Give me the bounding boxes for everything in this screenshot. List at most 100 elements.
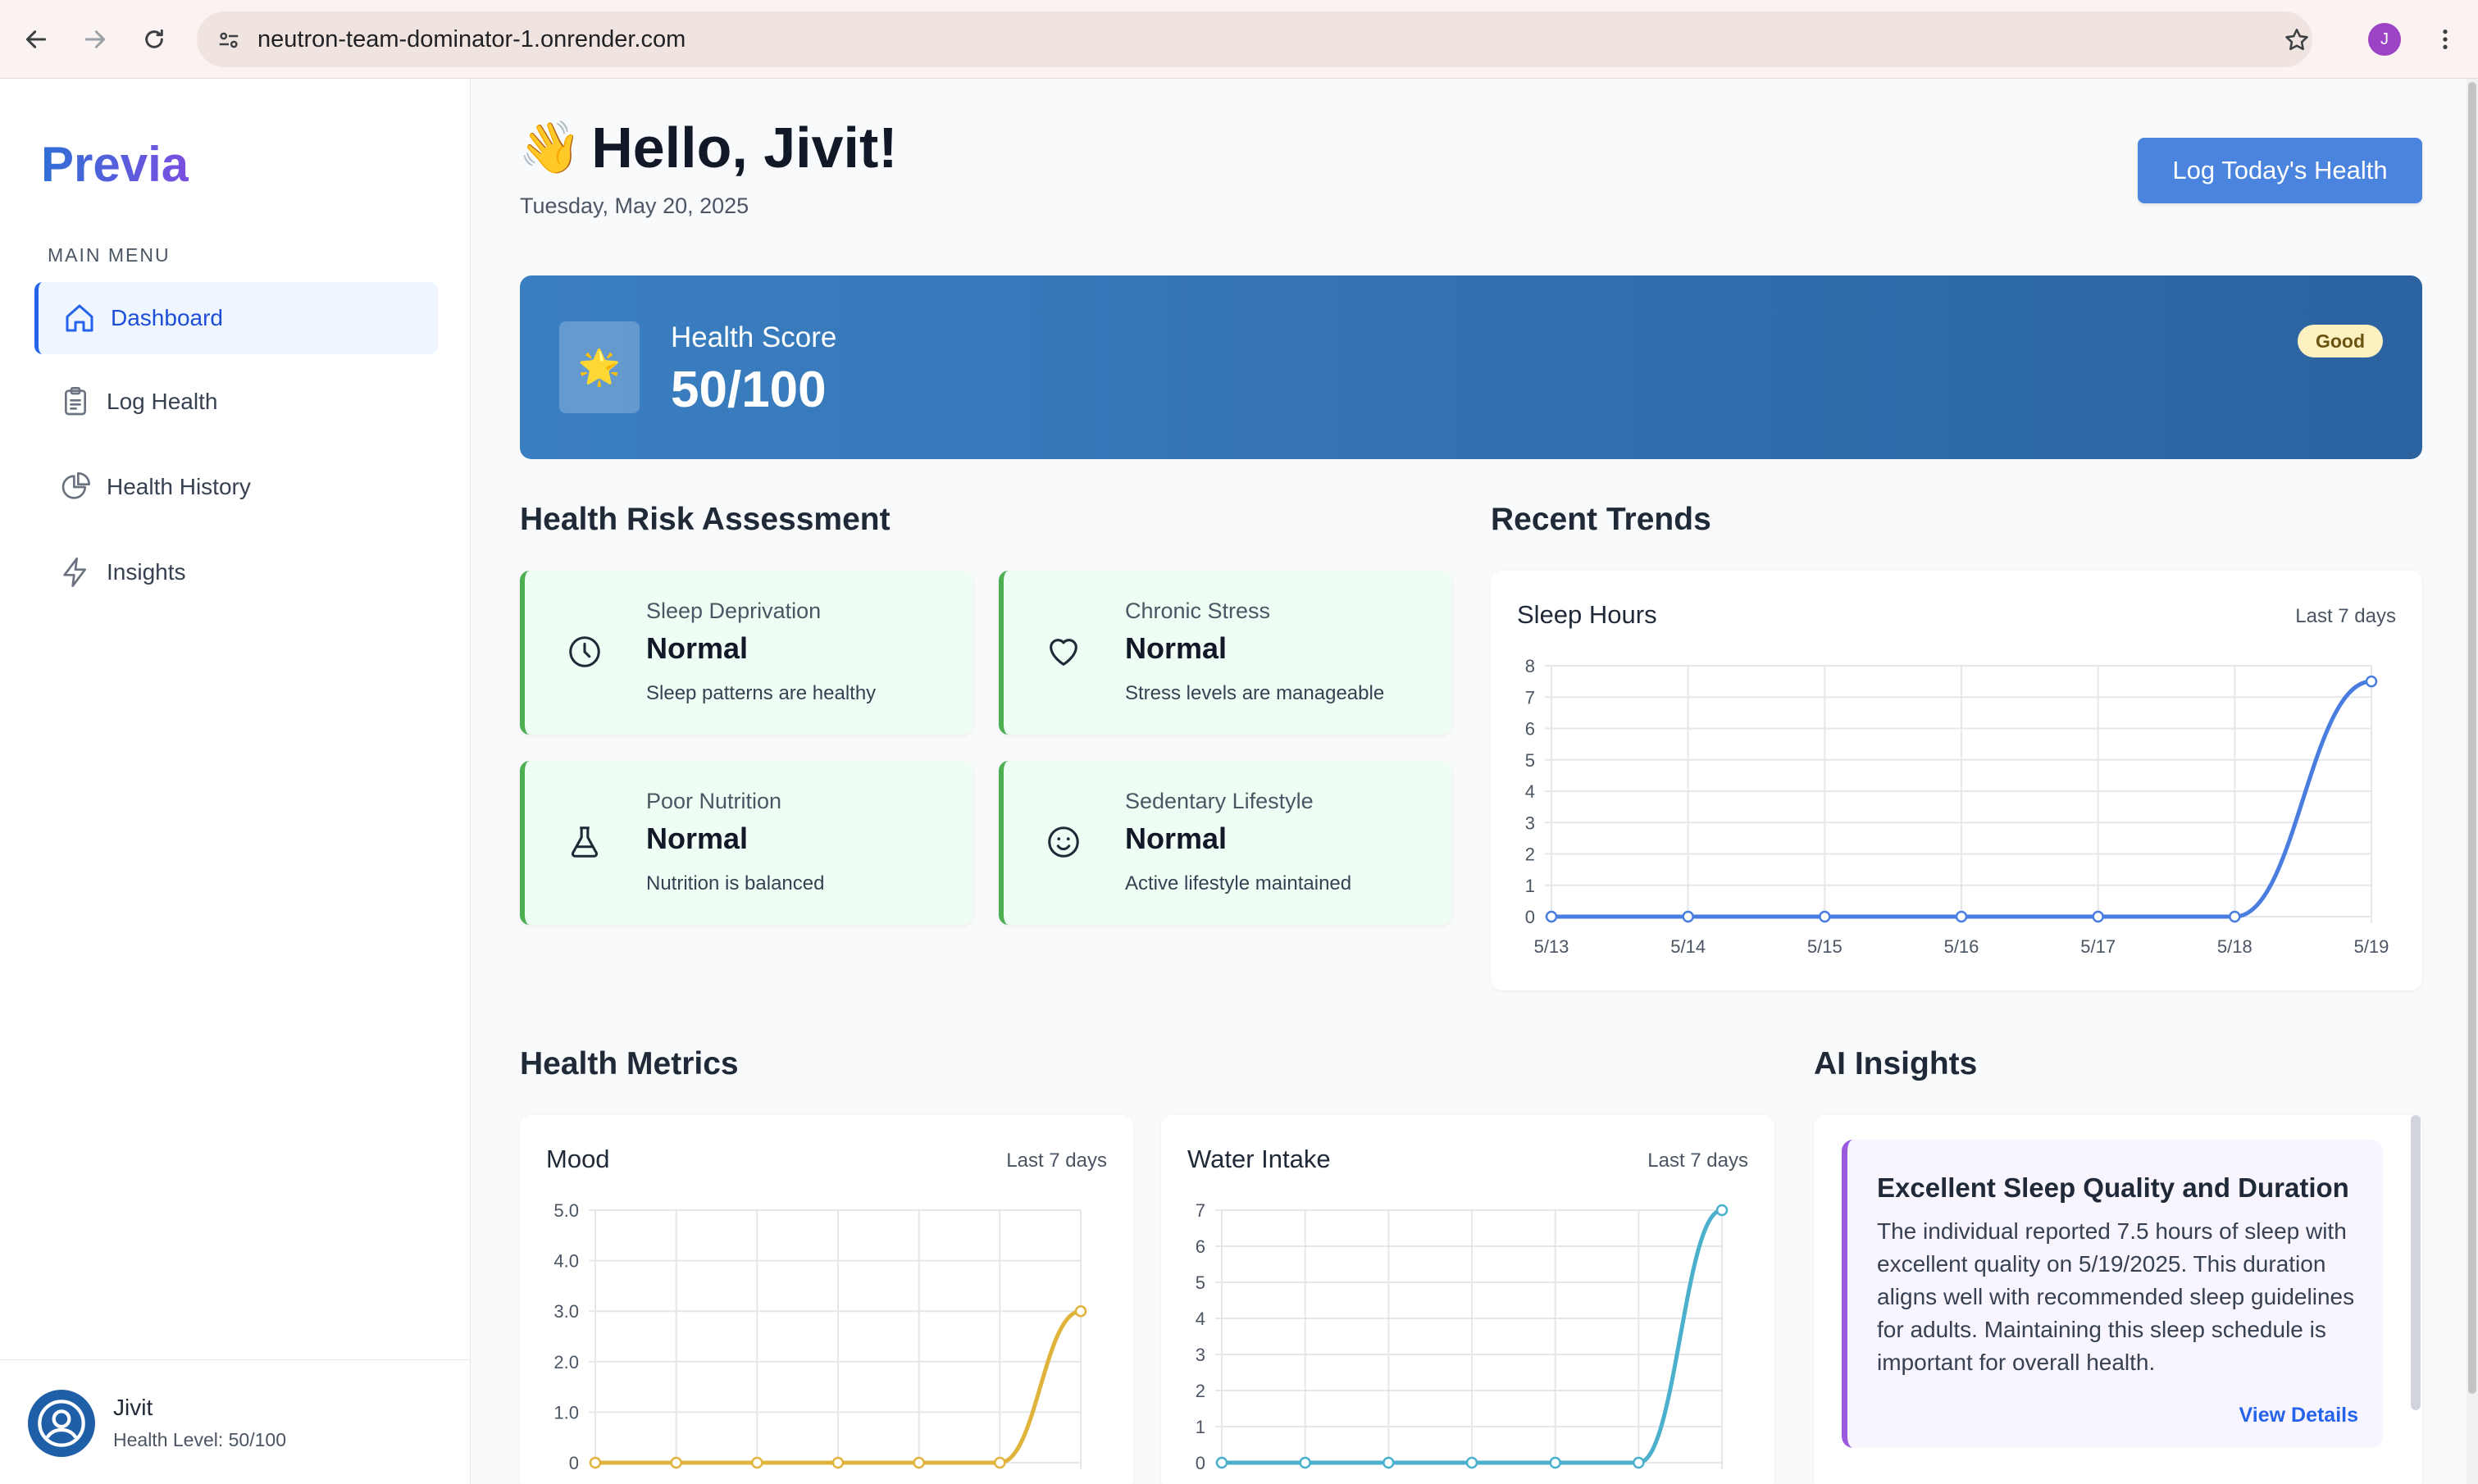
view-details-link[interactable]: View Details xyxy=(2239,1404,2358,1427)
water-intake-chart: 0 1 2 3 4 5 6 7 xyxy=(1196,1200,1729,1473)
data-point xyxy=(1074,1304,1087,1318)
bookmark-star-icon[interactable] xyxy=(2283,26,2311,54)
data-point xyxy=(1549,1456,1561,1469)
risk-status: Normal xyxy=(1125,822,1228,855)
clipboard-icon xyxy=(65,387,86,416)
home-icon xyxy=(66,304,93,332)
risk-desc: Active lifestyle maintained xyxy=(1125,872,1352,894)
mood-chart: 0 1.0 2.0 3.0 4.0 5.0 xyxy=(553,1200,1087,1473)
greeting-heading: 👋 Hello, Jivit! xyxy=(518,115,898,180)
data-point xyxy=(1465,1456,1478,1469)
user-level: Health Level: 50/100 xyxy=(113,1429,286,1450)
data-point xyxy=(831,1456,845,1469)
score-value: 50/100 xyxy=(671,362,827,418)
score-label: Health Score xyxy=(671,321,837,353)
trends-section-title: Recent Trends xyxy=(1491,502,1711,537)
log-health-button[interactable]: Log Today's Health xyxy=(2138,138,2422,203)
risk-name: Poor Nutrition xyxy=(646,789,782,813)
data-point xyxy=(1545,910,1558,923)
forward-arrow-icon[interactable] xyxy=(72,16,118,62)
site-settings-icon[interactable] xyxy=(216,28,241,52)
risk-status: Normal xyxy=(646,822,749,855)
y-tick-label: 0 xyxy=(1196,1453,1205,1473)
risk-name: Sleep Deprivation xyxy=(646,599,822,623)
sidebar-item-label: Log Health xyxy=(107,389,218,414)
y-tick-label: 5 xyxy=(1196,1272,1205,1293)
mood-chart-card: Mood Last 7 days 0 1.0 2.0 3.0 4.0 5.0 xyxy=(520,1115,1133,1484)
sidebar: Previa MAIN MENU Dashboard Log Health He… xyxy=(0,79,471,1484)
risk-card-sedentary[interactable]: Sedentary Lifestyle Normal Active lifest… xyxy=(999,761,1451,925)
y-tick-label: 8 xyxy=(1525,656,1535,676)
sidebar-item-dashboard[interactable]: Dashboard xyxy=(34,282,438,354)
risk-desc: Stress levels are manageable xyxy=(1125,682,1385,704)
y-tick-label: 1 xyxy=(1525,876,1535,896)
risk-section-title: Health Risk Assessment xyxy=(520,502,891,537)
back-arrow-icon[interactable] xyxy=(13,16,59,62)
wave-emoji: 👋 xyxy=(518,119,582,176)
x-tick-label: 5/13 xyxy=(1534,936,1569,957)
data-point xyxy=(2365,675,2378,688)
risk-status: Normal xyxy=(1125,631,1228,665)
app-logo[interactable]: Previa xyxy=(41,136,189,193)
url-text: neutron-team-dominator-1.onrender.com xyxy=(257,26,686,52)
sidebar-item-label: Dashboard xyxy=(111,305,223,330)
y-tick-label: 0 xyxy=(569,1453,579,1473)
data-point xyxy=(1682,910,1694,923)
y-tick-label: 1 xyxy=(1196,1417,1205,1437)
profile-avatar[interactable]: J xyxy=(2368,23,2401,56)
data-point xyxy=(1633,1456,1645,1469)
data-point xyxy=(751,1456,763,1469)
x-tick-label: 5/15 xyxy=(1807,936,1843,957)
y-tick-label: 2 xyxy=(1196,1381,1205,1401)
y-tick-label: 5.0 xyxy=(553,1200,579,1221)
user-name: Jivit xyxy=(113,1395,153,1420)
heart-icon xyxy=(1050,639,1077,666)
data-point xyxy=(994,1456,1006,1469)
y-tick-label: 2.0 xyxy=(553,1352,579,1372)
y-tick-label: 2 xyxy=(1525,844,1535,865)
y-tick-label: 4 xyxy=(1525,781,1535,802)
risk-name: Sedentary Lifestyle xyxy=(1125,789,1314,813)
sidebar-item-health-history[interactable]: Health History xyxy=(34,451,438,523)
sidebar-item-log-health[interactable]: Log Health xyxy=(34,366,438,438)
insight-card[interactable]: Excellent Sleep Quality and Duration The… xyxy=(1842,1140,2383,1448)
risk-card-stress[interactable]: Chronic Stress Normal Stress levels are … xyxy=(999,571,1451,735)
sidebar-item-insights[interactable]: Insights xyxy=(34,536,438,608)
risk-name: Chronic Stress xyxy=(1125,599,1271,623)
data-point xyxy=(1299,1456,1311,1469)
current-date: Tuesday, May 20, 2025 xyxy=(520,193,749,218)
user-icon xyxy=(38,1400,85,1447)
more-menu-icon[interactable] xyxy=(2422,16,2468,62)
smile-icon xyxy=(1048,826,1079,858)
risk-desc: Sleep patterns are healthy xyxy=(646,682,877,704)
y-tick-label: 7 xyxy=(1525,687,1535,708)
health-score-card: 🌟 Health Score 50/100 Good xyxy=(520,275,2422,459)
insights-panel: Excellent Sleep Quality and Duration The… xyxy=(1814,1115,2422,1484)
address-bar[interactable]: neutron-team-dominator-1.onrender.com xyxy=(197,11,2312,67)
star-icon: 🌟 xyxy=(559,321,640,413)
lightning-icon xyxy=(63,558,86,587)
risk-card-sleep[interactable]: Sleep Deprivation Normal Sleep patterns … xyxy=(520,571,973,735)
reload-icon[interactable] xyxy=(131,16,177,62)
sidebar-item-label: Health History xyxy=(107,474,251,499)
greeting-text: Hello, Jivit! xyxy=(591,116,898,180)
data-point xyxy=(1955,910,1968,923)
y-tick-label: 6 xyxy=(1196,1236,1205,1257)
user-profile[interactable]: Jivit Health Level: 50/100 xyxy=(0,1359,471,1484)
insight-text: The individual reported 7.5 hours of sle… xyxy=(1877,1218,2355,1375)
data-point xyxy=(670,1456,682,1469)
y-tick-label: 3.0 xyxy=(553,1301,579,1322)
metrics-section-title: Health Metrics xyxy=(520,1046,739,1081)
y-tick-label: 0 xyxy=(1525,907,1535,927)
insight-title: Excellent Sleep Quality and Duration xyxy=(1877,1172,2349,1203)
page-scrollbar[interactable] xyxy=(2468,82,2476,1394)
pie-chart-icon xyxy=(61,472,90,499)
insights-scrollbar[interactable] xyxy=(2411,1115,2421,1410)
risk-card-nutrition[interactable]: Poor Nutrition Normal Nutrition is balan… xyxy=(520,761,973,925)
y-tick-label: 7 xyxy=(1196,1200,1205,1221)
x-tick-label: 5/16 xyxy=(1944,936,1979,957)
data-point xyxy=(2092,910,2104,923)
y-tick-label: 4 xyxy=(1196,1309,1205,1329)
browser-toolbar: neutron-team-dominator-1.onrender.com J xyxy=(0,0,2478,79)
menu-title: MAIN MENU xyxy=(48,244,171,266)
